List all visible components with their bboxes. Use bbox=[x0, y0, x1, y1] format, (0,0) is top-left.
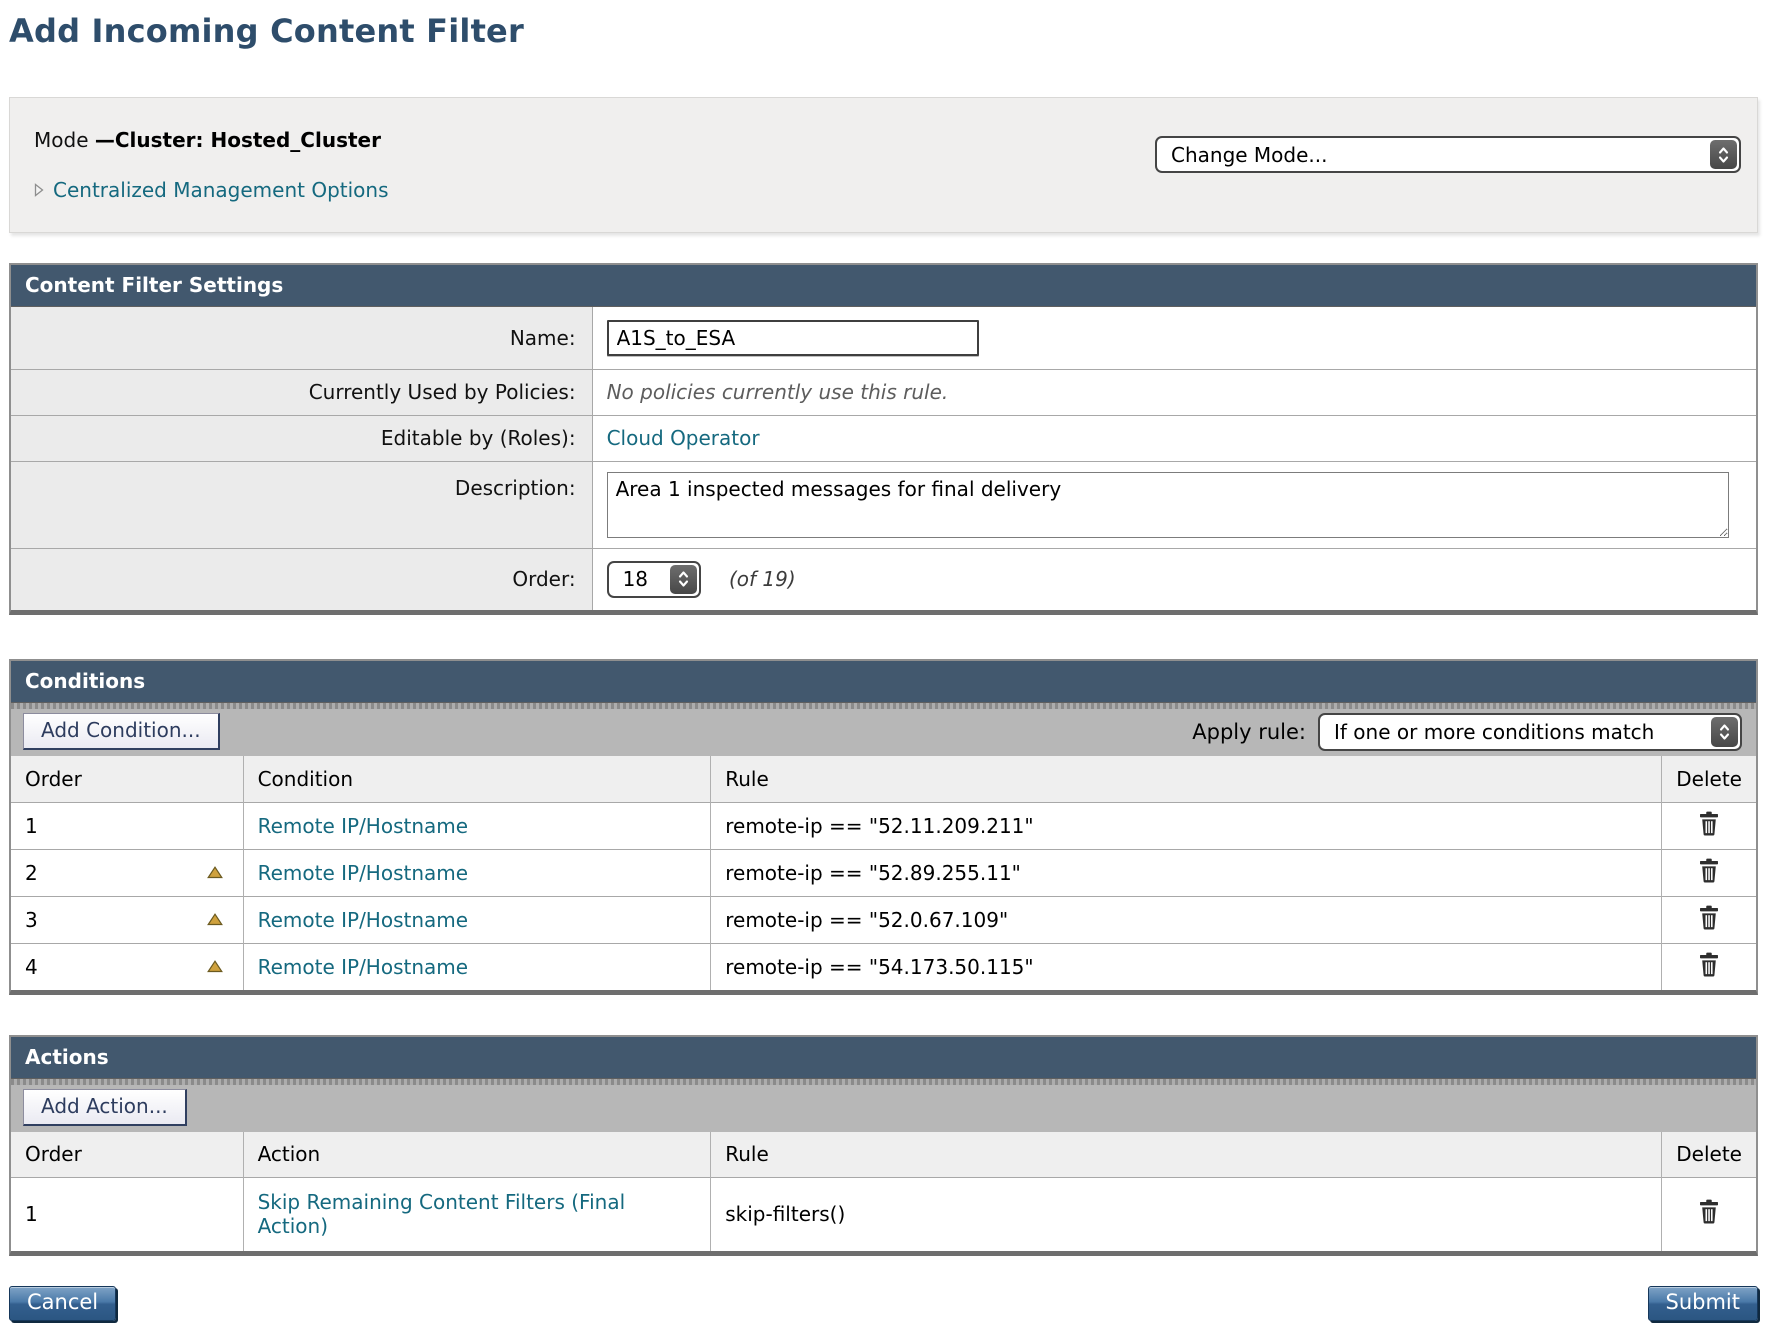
conditions-header-row: Order Condition Rule Delete bbox=[11, 756, 1756, 802]
order-total-note: (of 19) bbox=[729, 567, 796, 591]
policies-label: Currently Used by Policies: bbox=[11, 369, 592, 415]
apply-rule-label: Apply rule: bbox=[1192, 720, 1306, 744]
mode-label: Mode bbox=[34, 128, 89, 152]
action-row: 1 Skip Remaining Content Filters (Final … bbox=[11, 1178, 1756, 1251]
settings-row-order: Order: 18 (of 19) bbox=[11, 548, 1756, 610]
move-up-icon bbox=[207, 913, 223, 926]
col-order: Order bbox=[11, 756, 243, 802]
trash-icon bbox=[1698, 1199, 1720, 1224]
move-up-button[interactable] bbox=[207, 913, 223, 926]
mode-cluster-value: —Cluster: Hosted_Cluster bbox=[95, 128, 381, 152]
description-textarea[interactable]: Area 1 inspected messages for final deli… bbox=[607, 472, 1729, 538]
conditions-toolbar: Add Condition... Apply rule: If one or m… bbox=[11, 703, 1756, 756]
actions-header-row: Order Action Rule Delete bbox=[11, 1132, 1756, 1178]
delete-condition-button[interactable] bbox=[1698, 905, 1720, 930]
col-rule: Rule bbox=[711, 756, 1662, 802]
condition-row: 3 Remote IP/Hostname remote-ip == "52.0.… bbox=[11, 896, 1756, 943]
trash-icon bbox=[1698, 905, 1720, 930]
policies-value: No policies currently use this rule. bbox=[607, 380, 949, 404]
move-up-icon bbox=[207, 866, 223, 879]
action-rule: skip-filters() bbox=[725, 1202, 845, 1226]
settings-row-name: Name: bbox=[11, 307, 1756, 369]
condition-order: 4 bbox=[25, 955, 38, 979]
condition-link[interactable]: Remote IP/Hostname bbox=[258, 861, 468, 885]
page-title: Add Incoming Content Filter bbox=[9, 12, 1758, 50]
conditions-panel: Conditions Add Condition... Apply rule: … bbox=[9, 659, 1758, 995]
condition-order: 3 bbox=[25, 908, 38, 932]
trash-icon bbox=[1698, 858, 1720, 883]
condition-link[interactable]: Remote IP/Hostname bbox=[258, 955, 468, 979]
condition-link[interactable]: Remote IP/Hostname bbox=[258, 814, 468, 838]
delete-condition-button[interactable] bbox=[1698, 858, 1720, 883]
move-up-button[interactable] bbox=[207, 960, 223, 973]
cancel-button[interactable]: Cancel bbox=[9, 1286, 116, 1321]
col-delete: Delete bbox=[1662, 756, 1756, 802]
col-delete: Delete bbox=[1662, 1132, 1756, 1178]
delete-condition-button[interactable] bbox=[1698, 952, 1720, 977]
condition-row: 2 Remote IP/Hostname remote-ip == "52.89… bbox=[11, 849, 1756, 896]
select-stepper-icon bbox=[1711, 717, 1738, 747]
add-condition-button[interactable]: Add Condition... bbox=[23, 713, 220, 750]
description-label: Description: bbox=[11, 461, 592, 548]
submit-button[interactable]: Submit bbox=[1648, 1286, 1759, 1321]
apply-rule-select[interactable]: If one or more conditions match bbox=[1318, 713, 1742, 751]
condition-row: 4 Remote IP/Hostname remote-ip == "54.17… bbox=[11, 943, 1756, 990]
change-mode-select[interactable]: Change Mode... bbox=[1155, 136, 1741, 173]
order-select-value: 18 bbox=[609, 567, 670, 591]
condition-rule: remote-ip == "52.0.67.109" bbox=[725, 908, 1008, 932]
condition-row: 1 Remote IP/Hostname remote-ip == "52.11… bbox=[11, 802, 1756, 849]
col-rule: Rule bbox=[711, 1132, 1662, 1178]
delete-condition-button[interactable] bbox=[1698, 811, 1720, 836]
change-mode-select-value: Change Mode... bbox=[1157, 143, 1710, 167]
actions-toolbar: Add Action... bbox=[11, 1079, 1756, 1132]
conditions-header: Conditions bbox=[11, 661, 1756, 703]
page: Add Incoming Content Filter Mode —Cluste… bbox=[0, 0, 1770, 1335]
add-action-button[interactable]: Add Action... bbox=[23, 1089, 187, 1126]
col-condition: Condition bbox=[243, 756, 711, 802]
order-label: Order: bbox=[11, 548, 592, 610]
apply-rule-select-value: If one or more conditions match bbox=[1320, 720, 1711, 744]
actions-panel: Actions Add Action... Order Action Rule … bbox=[9, 1035, 1758, 1256]
editable-label: Editable by (Roles): bbox=[11, 415, 592, 461]
name-input[interactable] bbox=[607, 320, 979, 356]
col-order: Order bbox=[11, 1132, 243, 1178]
move-up-icon bbox=[207, 960, 223, 973]
settings-row-policies: Currently Used by Policies: No policies … bbox=[11, 369, 1756, 415]
centralized-management-options-link[interactable]: Centralized Management Options bbox=[53, 178, 389, 202]
condition-rule: remote-ip == "52.89.255.11" bbox=[725, 861, 1021, 885]
trash-icon bbox=[1698, 952, 1720, 977]
delete-action-button[interactable] bbox=[1698, 1199, 1720, 1224]
condition-order: 1 bbox=[25, 814, 38, 838]
settings-header: Content Filter Settings bbox=[11, 265, 1756, 307]
settings-row-description: Description: Area 1 inspected messages f… bbox=[11, 461, 1756, 548]
content-filter-settings-panel: Content Filter Settings Name: Currently … bbox=[9, 263, 1758, 615]
condition-rule: remote-ip == "54.173.50.115" bbox=[725, 955, 1033, 979]
editable-roles-link[interactable]: Cloud Operator bbox=[607, 426, 760, 450]
footer: Cancel Submit bbox=[9, 1286, 1758, 1321]
select-stepper-icon bbox=[670, 565, 697, 594]
condition-link[interactable]: Remote IP/Hostname bbox=[258, 908, 468, 932]
col-action: Action bbox=[243, 1132, 711, 1178]
order-select[interactable]: 18 bbox=[607, 561, 701, 598]
trash-icon bbox=[1698, 811, 1720, 836]
name-label: Name: bbox=[11, 307, 592, 369]
move-up-button[interactable] bbox=[207, 866, 223, 879]
actions-header: Actions bbox=[11, 1037, 1756, 1079]
action-order: 1 bbox=[25, 1202, 38, 1226]
mode-panel: Mode —Cluster: Hosted_Cluster Centralize… bbox=[9, 97, 1758, 233]
disclosure-triangle-icon[interactable] bbox=[34, 183, 44, 197]
action-link[interactable]: Skip Remaining Content Filters (Final Ac… bbox=[258, 1190, 626, 1238]
condition-rule: remote-ip == "52.11.209.211" bbox=[725, 814, 1033, 838]
settings-row-editable: Editable by (Roles): Cloud Operator bbox=[11, 415, 1756, 461]
select-stepper-icon bbox=[1710, 140, 1737, 169]
condition-order: 2 bbox=[25, 861, 38, 885]
